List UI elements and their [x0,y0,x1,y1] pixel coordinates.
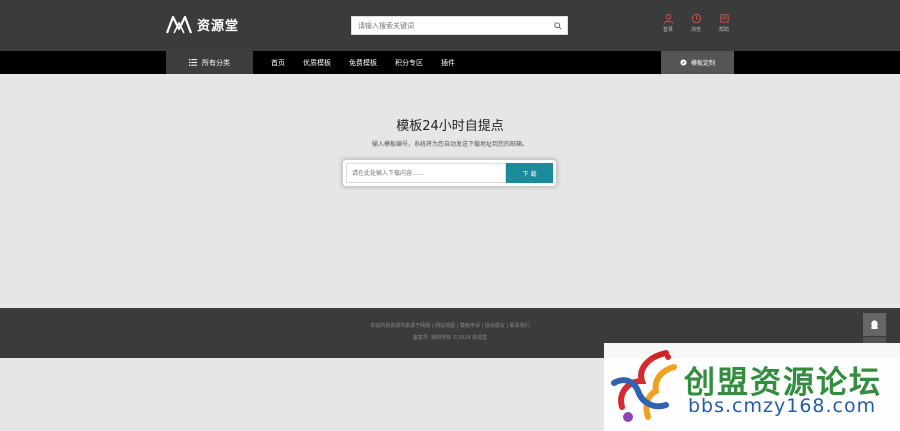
download-button[interactable]: 下 载 [506,163,553,183]
top-header: 资源堂 登录 浏览 [0,0,900,51]
compass-icon [680,59,687,66]
logo-mark-icon [165,15,193,34]
download-form: 下 载 [342,159,557,187]
site-logo[interactable]: 资源堂 [165,13,239,35]
all-categories-label: 所有分类 [202,58,230,67]
custom-template-label: 模板定制 [690,60,715,67]
search-button[interactable] [549,17,567,34]
footer-copyright: 备案号: 版权所有 ©2024 资源堂 [412,335,488,341]
custom-template-button[interactable]: 模板定制 [661,51,734,74]
footer-links: 本站所有资源均来源于网络 | 网站地图 | 模板申请 | 投诉建议 | 联系我们 [370,323,530,329]
all-categories-button[interactable]: 所有分类 [166,51,253,74]
page-subtitle: 输入模板编号，系统将为您自动发送下载地址到您的邮箱。 [371,141,528,148]
list-icon [719,14,729,23]
clock-icon [691,13,701,24]
nav-item-plugins[interactable]: 插件 [441,58,455,68]
help-label: 帮助 [718,27,729,33]
nav-item-home[interactable]: 首页 [271,58,285,68]
header-search-input[interactable] [352,17,549,34]
logo-text: 资源堂 [197,18,240,34]
user-icon [663,13,673,24]
page-title: 模板24小时自提点 [396,119,504,134]
header-search [351,16,568,35]
nav-item-premium[interactable]: 优质模板 [303,58,331,68]
login-action[interactable]: 登录 [660,13,676,33]
chat-icon [871,319,878,329]
menu-icon [189,59,197,66]
main-nav: 所有分类 首页 优质模板 免费模板 积分专区 插件 模板定制 [0,51,900,74]
history-label: 浏览 [690,27,701,33]
search-icon [554,21,562,30]
forum-logo-icon [611,350,677,422]
nav-menu: 首页 优质模板 免费模板 积分专区 插件 [271,51,473,74]
download-input[interactable] [346,163,506,183]
login-label: 登录 [662,27,673,33]
nav-item-points[interactable]: 积分专区 [395,58,423,68]
history-action[interactable]: 浏览 [688,13,704,33]
help-action[interactable]: 帮助 [716,13,732,33]
side-tool-qq[interactable] [863,313,886,336]
forum-watermark: 创盟资源论坛 bbs.cmzy168.com [604,343,900,431]
forum-url: bbs.cmzy168.com [688,395,877,417]
nav-item-free[interactable]: 免费模板 [349,58,377,68]
header-actions: 登录 浏览 帮助 [660,13,732,33]
